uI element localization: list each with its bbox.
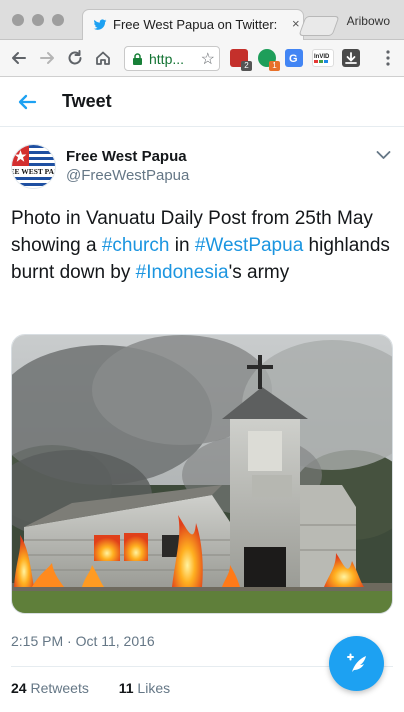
- retweets-number: 24: [11, 680, 27, 696]
- page-title: Tweet: [62, 91, 112, 111]
- hashtag-link[interactable]: #church: [102, 235, 170, 256]
- tweet-timestamp[interactable]: 2:15 PM · Oct 11, 2016: [11, 633, 155, 649]
- avatar-text: FREE WEST PAPUA: [12, 167, 56, 176]
- ghostery-icon[interactable]: 1: [258, 49, 280, 71]
- arrow-left-icon[interactable]: [16, 91, 38, 113]
- avatar[interactable]: FREE WEST PAPUA: [11, 144, 56, 189]
- window-minimize-button[interactable]: [32, 14, 44, 26]
- google-translate-icon[interactable]: G: [285, 49, 303, 67]
- invid-icon[interactable]: InVID: [312, 49, 334, 67]
- retweets-label: Retweets: [30, 680, 89, 696]
- browser-tab-bar: Free West Papua on Twitter: × Aribowo: [0, 0, 404, 40]
- likes-count[interactable]: 11 Likes: [119, 680, 170, 696]
- compose-tweet-icon: [347, 653, 366, 672]
- tweet-text-segment: 's army: [228, 262, 290, 283]
- likes-number: 11: [118, 680, 134, 696]
- svg-text:InVID: InVID: [314, 54, 330, 60]
- home-icon[interactable]: [94, 49, 112, 67]
- burning-church-photo: [12, 335, 392, 613]
- profile-name[interactable]: Aribowo: [347, 14, 390, 28]
- browser-menu-icon[interactable]: [386, 49, 390, 67]
- address-bar[interactable]: http... ☆: [124, 46, 220, 71]
- page-header: Tweet: [0, 77, 404, 127]
- tweet-text: Photo in Vanuatu Daily Post from 25th Ma…: [11, 205, 393, 286]
- reload-icon[interactable]: [66, 49, 84, 67]
- ghostery-badge: 1: [269, 61, 280, 71]
- ublock-badge: 2: [241, 61, 252, 71]
- tweet-text-segment: in: [169, 235, 195, 256]
- chevron-down-icon[interactable]: [376, 150, 391, 160]
- compose-tweet-button[interactable]: [329, 636, 384, 691]
- display-name[interactable]: Free West Papua: [66, 148, 187, 165]
- url-text: http...: [149, 51, 185, 67]
- forward-arrow-icon[interactable]: [38, 49, 56, 67]
- window-close-button[interactable]: [12, 14, 24, 26]
- likes-label: Likes: [137, 680, 171, 696]
- lock-icon: [133, 53, 142, 65]
- new-tab-button[interactable]: [298, 16, 340, 36]
- tweet-media-image[interactable]: [11, 334, 393, 614]
- browser-toolbar: http... ☆ 2 1 G InVID: [0, 40, 404, 77]
- tweet-stats: 24 Retweets 11 Likes: [11, 680, 196, 696]
- tab-title: Free West Papua on Twitter:: [113, 17, 278, 32]
- tab-close-icon[interactable]: ×: [292, 16, 300, 31]
- back-arrow-icon[interactable]: [10, 49, 28, 67]
- ublock-origin-icon[interactable]: 2: [230, 49, 252, 71]
- bookmark-star-icon[interactable]: ☆: [201, 49, 215, 69]
- svg-text:G: G: [289, 53, 298, 65]
- retweets-count[interactable]: 24 Retweets: [11, 680, 89, 696]
- user-handle[interactable]: @FreeWestPapua: [66, 167, 189, 184]
- morning-star-flag-logo: FREE WEST PAPUA: [12, 145, 56, 188]
- hashtag-link[interactable]: #WestPapua: [195, 235, 303, 256]
- browser-tab-active[interactable]: Free West Papua on Twitter:: [82, 9, 304, 40]
- twitter-bird-icon: [93, 19, 107, 30]
- hashtag-link[interactable]: #Indonesia: [136, 262, 229, 283]
- window-zoom-button[interactable]: [52, 14, 64, 26]
- download-extension-icon[interactable]: [342, 49, 360, 67]
